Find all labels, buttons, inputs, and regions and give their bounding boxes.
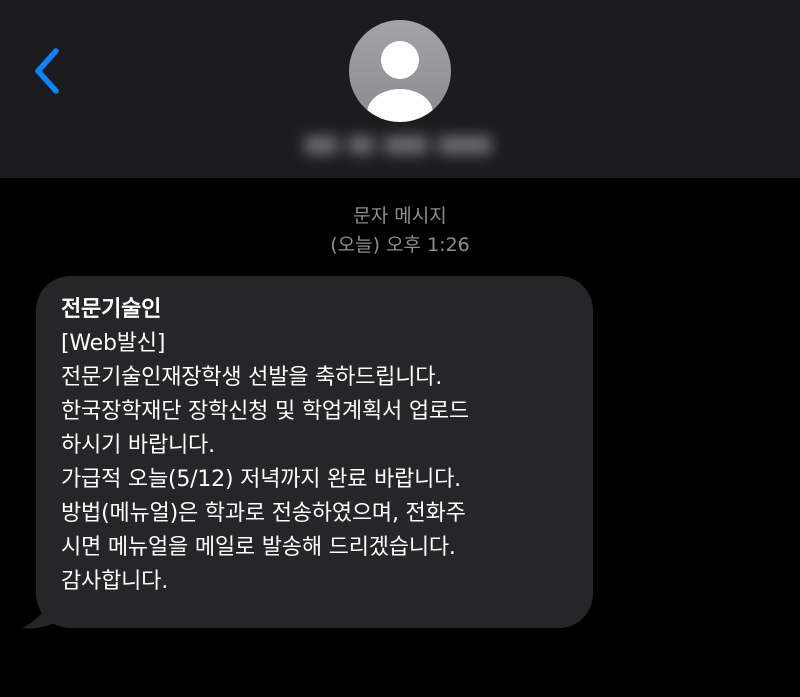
message-line: 한국장학재단 장학신청 및 학업계획서 업로드 [61,399,469,424]
message-line: 감사합니다. [61,569,168,594]
contact-name-redacted[interactable] [296,128,500,162]
message-sender: 전문기술인 [61,297,162,322]
message-line: 시면 메뉴얼을 메일로 발송해 드리겠습니다. [61,535,456,560]
message-line: 전문기술인재장학생 선발을 축하드립니다. [61,365,443,390]
conversation-header [0,0,800,178]
message-type-label: 문자 메시지 [353,205,447,227]
chevron-left-icon [35,48,59,94]
message-timestamp: (오늘) 오후 1:26 [330,234,470,256]
person-silhouette-icon [367,41,433,122]
message-bubble[interactable]: 전문기술인 [Web발신] 전문기술인재장학생 선발을 축하드립니다. 한국장학… [36,276,593,628]
message-line: 가급적 오늘(5/12) 저녁까지 완료 바랍니다. [61,467,461,492]
back-button[interactable] [26,44,70,100]
contact-avatar[interactable] [349,20,451,122]
message-line: [Web발신] [61,331,166,356]
message-line: 하시기 바랍니다. [61,433,215,458]
message-line: 방법(메뉴얼)은 학과로 전송하였으며, 전화주 [61,501,466,526]
